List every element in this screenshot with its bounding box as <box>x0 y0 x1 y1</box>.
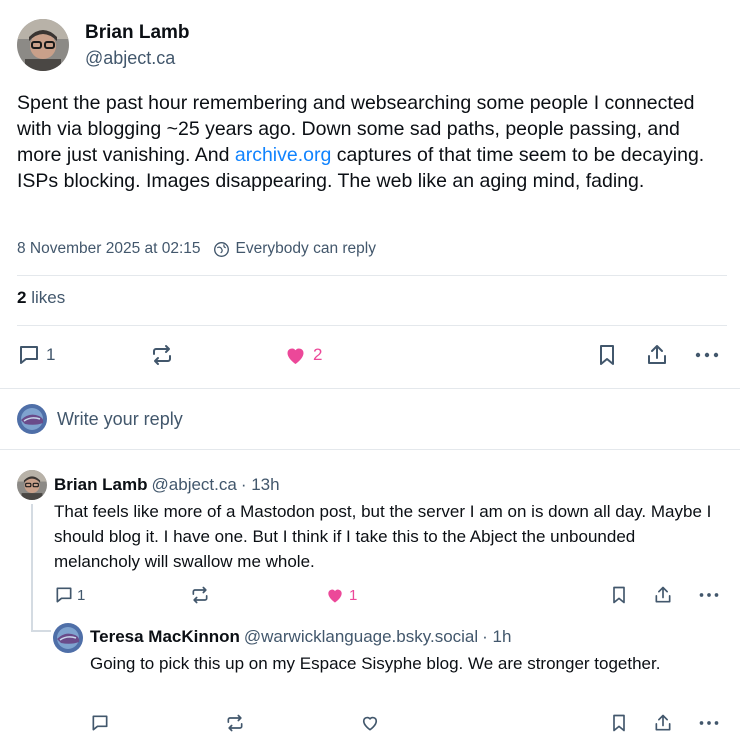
like-count: 1 <box>349 586 358 604</box>
archive-link[interactable]: archive.org <box>235 144 331 166</box>
post-text: Spent the past hour remembering and webs… <box>17 90 727 194</box>
divider <box>0 449 740 450</box>
more-icon <box>695 352 719 358</box>
repost-icon <box>153 345 171 365</box>
heart-icon <box>362 716 378 731</box>
reply-icon <box>92 715 108 731</box>
repost-button[interactable] <box>150 343 174 367</box>
like-button[interactable]: 2 <box>283 343 322 367</box>
reply-composer[interactable]: Write your reply <box>17 404 183 434</box>
repost-button[interactable] <box>190 585 210 605</box>
like-button[interactable]: 1 <box>325 585 357 605</box>
bookmark-button[interactable] <box>609 585 629 605</box>
reply-author-handle[interactable]: @abject.ca <box>152 474 237 496</box>
likes-count: 2 <box>17 288 27 307</box>
reply-button[interactable]: 1 <box>54 585 85 605</box>
reply-button[interactable] <box>90 713 110 733</box>
repost-button[interactable] <box>225 713 245 733</box>
like-count: 2 <box>313 345 323 364</box>
reply-icon <box>56 587 72 603</box>
more-icon <box>699 593 719 597</box>
bookmark-button[interactable] <box>609 713 629 733</box>
post-timestamp[interactable]: 8 November 2025 at 02:15 <box>17 240 201 258</box>
more-button[interactable] <box>694 343 720 367</box>
divider <box>17 325 727 326</box>
more-icon <box>699 721 719 725</box>
share-button[interactable] <box>653 585 673 605</box>
reply-time[interactable]: · 1h <box>482 626 511 648</box>
thread-line-connector <box>31 630 51 632</box>
reply-2: Teresa MacKinnon @warwicklanguage.bsky.s… <box>90 626 735 676</box>
heart-icon <box>328 589 342 603</box>
reply-header: Brian Lamb @abject.ca · 13h <box>54 474 734 496</box>
share-button[interactable] <box>653 713 673 733</box>
author-handle[interactable]: @abject.ca <box>85 46 190 70</box>
reply-setting[interactable]: Everybody can reply <box>236 240 376 258</box>
author-name[interactable]: Brian Lamb <box>85 20 190 46</box>
likes-summary[interactable]: 2 likes <box>17 288 65 308</box>
reply-text: Going to pick this up on my Espace Sisyp… <box>90 654 661 673</box>
share-icon <box>655 714 671 731</box>
bookmark-icon <box>613 586 625 604</box>
bookmark-icon <box>613 714 625 732</box>
repost-icon <box>192 586 208 604</box>
post-meta: 8 November 2025 at 02:15 Everybody can r… <box>17 240 376 258</box>
likes-label: likes <box>31 288 66 307</box>
heart-icon <box>287 348 304 364</box>
reply-button[interactable]: 1 <box>17 343 55 367</box>
user-avatar <box>17 404 47 434</box>
more-button[interactable] <box>698 713 720 733</box>
globe-icon <box>213 241 229 257</box>
reply-time[interactable]: · 13h <box>241 474 280 496</box>
reply-count: 1 <box>77 586 86 604</box>
bookmark-icon <box>600 345 614 365</box>
divider <box>17 275 727 276</box>
author-avatar[interactable] <box>17 19 69 71</box>
thread-line <box>31 504 33 632</box>
share-icon <box>655 586 671 603</box>
repost-icon <box>227 714 243 732</box>
reply-icon <box>20 346 38 364</box>
share-icon <box>648 345 666 364</box>
divider <box>0 388 740 389</box>
post-header: Brian Lamb @abject.ca <box>17 19 190 71</box>
reply-author-name[interactable]: Brian Lamb <box>54 474 148 496</box>
reply-author-avatar[interactable] <box>17 470 47 500</box>
reply-author-handle[interactable]: @warwicklanguage.bsky.social <box>244 626 478 648</box>
reply-count: 1 <box>46 345 56 364</box>
bookmark-button[interactable] <box>595 343 619 367</box>
reply-author-avatar[interactable] <box>53 623 83 653</box>
like-button[interactable] <box>360 713 380 733</box>
reply-text: That feels like more of a Mastodon post,… <box>54 502 712 571</box>
reply-1: Brian Lamb @abject.ca · 13h That feels l… <box>54 474 734 574</box>
share-button[interactable] <box>645 343 669 367</box>
reply-input-placeholder[interactable]: Write your reply <box>57 409 183 430</box>
reply-author-name[interactable]: Teresa MacKinnon <box>90 626 240 648</box>
reply-header: Teresa MacKinnon @warwicklanguage.bsky.s… <box>90 626 735 648</box>
more-button[interactable] <box>698 585 720 605</box>
